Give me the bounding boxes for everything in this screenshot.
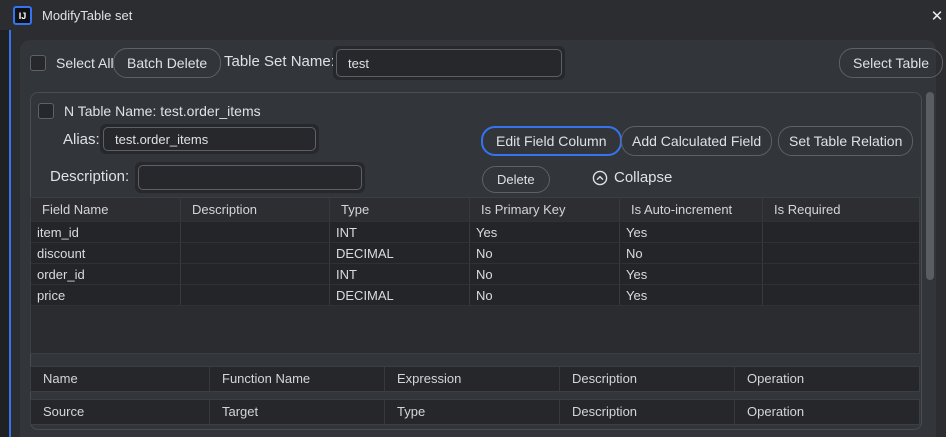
table-cell	[763, 222, 919, 242]
table-cell: INT	[330, 222, 470, 242]
header-cell[interactable]: Operation	[735, 367, 919, 391]
table-cell: Yes	[620, 222, 763, 242]
table-cell: DECIMAL	[330, 243, 470, 263]
table-cell: No	[470, 264, 620, 284]
description-input[interactable]	[138, 165, 362, 190]
calculated-fields-table: Name Function Name Expression Descriptio…	[30, 366, 920, 392]
table-row[interactable]: item_id INT Yes Yes	[31, 221, 919, 242]
window-title: ModifyTable set	[42, 8, 132, 23]
table-set-name-label: Table Set Name:	[224, 53, 335, 70]
table-cell	[763, 285, 919, 305]
select-all-label: Select All	[56, 55, 114, 71]
table-cell	[181, 243, 330, 263]
header-cell[interactable]: Name	[31, 367, 210, 391]
title-bar: IJ ModifyTable set ✕	[0, 0, 946, 30]
table-cell: Yes	[470, 222, 620, 242]
add-calculated-field-button[interactable]: Add Calculated Field	[621, 126, 772, 156]
collapse-circle-chevron-icon	[592, 170, 608, 186]
fields-table-empty-area	[31, 305, 919, 353]
table-cell	[181, 264, 330, 284]
table-row[interactable]: price DECIMAL No Yes	[31, 284, 919, 305]
header-cell[interactable]: Type	[385, 400, 560, 424]
edit-field-column-button[interactable]: Edit Field Column	[481, 126, 622, 156]
header-cell[interactable]: Description	[560, 400, 735, 424]
table-cell	[763, 243, 919, 263]
table-set-name-input[interactable]	[336, 49, 562, 77]
batch-delete-button[interactable]: Batch Delete	[113, 48, 221, 78]
table-cell: Yes	[620, 264, 763, 284]
table-row[interactable]: order_id INT No Yes	[31, 263, 919, 284]
table-relation-table: Source Target Type Description Operation	[30, 399, 920, 425]
table-cell: Yes	[620, 285, 763, 305]
header-cell[interactable]: Target	[210, 400, 385, 424]
header-cell[interactable]: Field Name	[31, 198, 181, 221]
table-cell: No	[470, 243, 620, 263]
collapse-control[interactable]: Collapse	[592, 169, 672, 186]
table-cell: price	[31, 285, 181, 305]
header-cell[interactable]: Source	[31, 400, 210, 424]
header-cell[interactable]: Expression	[385, 367, 560, 391]
window-accent-border	[9, 30, 11, 437]
table-checkbox[interactable]	[38, 103, 54, 119]
table-row[interactable]: discount DECIMAL No No	[31, 242, 919, 263]
header-cell[interactable]: Is Required	[763, 198, 919, 221]
table-cell: item_id	[31, 222, 181, 242]
header-cell[interactable]: Type	[330, 198, 470, 221]
select-table-button[interactable]: Select Table	[839, 48, 943, 78]
delete-button[interactable]: Delete	[482, 166, 550, 193]
intellij-app-icon: IJ	[13, 6, 32, 25]
window-left-edge	[0, 30, 9, 437]
fields-table: Field Name Description Type Is Primary K…	[30, 197, 920, 354]
header-cell[interactable]: Description	[560, 367, 735, 391]
table-cell: INT	[330, 264, 470, 284]
alias-field-wrap	[100, 124, 319, 154]
table-cell: order_id	[31, 264, 181, 284]
description-field-wrap	[135, 162, 365, 193]
select-all-checkbox[interactable]	[30, 55, 46, 71]
close-icon[interactable]: ✕	[922, 4, 946, 28]
table-cell	[181, 222, 330, 242]
set-table-relation-button[interactable]: Set Table Relation	[778, 126, 913, 156]
alias-input[interactable]	[103, 127, 316, 151]
table-set-name-field-wrap	[333, 46, 565, 80]
table-cell: discount	[31, 243, 181, 263]
vertical-scrollbar-thumb[interactable]	[926, 92, 934, 280]
table-name-title: N Table Name: test.order_items	[64, 103, 261, 119]
collapse-label: Collapse	[614, 169, 672, 186]
modify-table-dialog: IJ ModifyTable set ✕ Select All Batch De…	[0, 0, 946, 437]
header-cell[interactable]: Function Name	[210, 367, 385, 391]
description-label: Description:	[50, 168, 129, 185]
table-cell	[763, 264, 919, 284]
fields-table-header-row: Field Name Description Type Is Primary K…	[31, 198, 919, 221]
header-cell[interactable]: Is Primary Key	[470, 198, 620, 221]
alias-label: Alias:	[63, 131, 100, 148]
table-cell: No	[470, 285, 620, 305]
header-cell[interactable]: Is Auto-increment	[620, 198, 763, 221]
table-cell: No	[620, 243, 763, 263]
header-cell[interactable]: Operation	[735, 400, 919, 424]
table-cell: DECIMAL	[330, 285, 470, 305]
header-cell[interactable]: Description	[181, 198, 330, 221]
table-cell	[181, 285, 330, 305]
